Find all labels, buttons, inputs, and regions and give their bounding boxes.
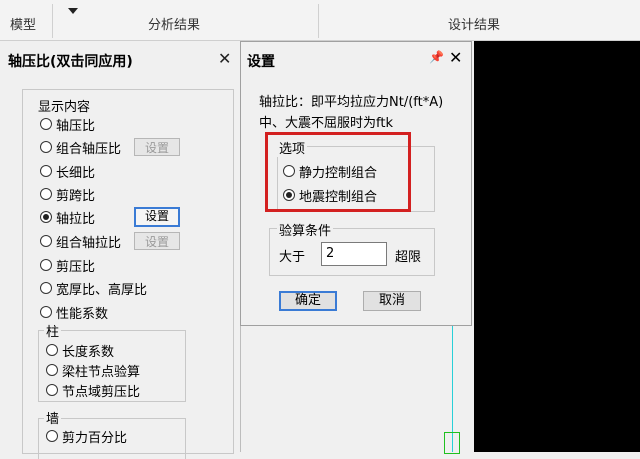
radio-combined-axial-compression[interactable]: 组合轴压比 [40,138,122,157]
radio-label: 剪压比 [56,259,96,275]
threshold-input[interactable]: 2 [321,242,387,266]
radio-button[interactable] [46,384,58,396]
settings-dialog: 设置 📌 ✕ 轴拉比：即平均拉应力Nt/(ft*A) 中、大震不屈服时为ftk … [240,41,472,326]
radio-button[interactable] [40,141,52,153]
radio-axial-compression[interactable]: 轴压比 [40,115,96,134]
radio-shear-compression[interactable]: 剪压比 [40,256,96,275]
ribbon-bar: 模型 分析结果 设计结果 [0,0,640,41]
radio-label: 剪跨比 [56,188,96,204]
radio-shear-percentage[interactable]: 剪力百分比 [46,427,128,446]
radio-label: 静力控制组合 [299,165,378,181]
radio-joint-shear-compression[interactable]: 节点域剪压比 [46,381,141,400]
radio-label: 组合轴压比 [56,141,122,157]
settings-button-disabled: 设置 [134,232,180,250]
radio-button[interactable] [46,344,58,356]
radio-label: 长细比 [56,165,96,181]
group-label-check: 验算条件 [277,220,334,239]
chevron-down-icon[interactable] [68,8,78,14]
tab-analysis-results[interactable]: 分析结果 [148,14,200,33]
radio-slenderness[interactable]: 长细比 [40,162,96,181]
radio-label: 剪力百分比 [62,430,128,446]
radio-button[interactable] [46,364,58,376]
radio-label: 长度系数 [62,344,115,360]
radio-button[interactable] [40,235,52,247]
group-label-options: 选项 [277,138,308,157]
radio-static-control[interactable]: 静力控制组合 [283,162,378,181]
radio-button[interactable] [40,165,52,177]
radio-shear-span[interactable]: 剪跨比 [40,185,96,204]
radio-label: 轴拉比 [56,211,96,227]
description-line-1: 轴拉比：即平均拉应力Nt/(ft*A) [259,95,444,110]
group-label-display: 显示内容 [36,96,93,115]
radio-beam-column-joint[interactable]: 梁柱节点验算 [46,361,141,380]
axial-ratio-panel: 轴压比(双击同应用) ✕ 显示内容 轴压比 组合轴压比 设置 长细比 剪跨比 轴… [0,41,241,459]
radio-label: 宽厚比、高厚比 [56,282,148,298]
exceed-label: 超限 [395,250,422,265]
radio-label: 节点域剪压比 [62,384,141,400]
radio-width-thickness[interactable]: 宽厚比、高厚比 [40,279,148,298]
radio-label: 地震控制组合 [299,189,378,205]
radio-combined-axial-tension[interactable]: 组合轴拉比 [40,232,122,251]
tab-model[interactable]: 模型 [10,14,36,33]
close-icon[interactable]: ✕ [218,49,231,68]
ribbon-separator [52,4,53,38]
tab-design-results[interactable]: 设计结果 [448,14,500,33]
radio-button[interactable] [40,306,52,318]
pin-icon[interactable]: 📌 [429,50,444,64]
settings-button[interactable]: 设置 [134,207,180,227]
radio-button[interactable] [40,188,52,200]
radio-axial-tension[interactable]: 轴拉比 [40,208,96,227]
cancel-button[interactable]: 取消 [363,291,421,311]
radio-label: 梁柱节点验算 [62,364,141,380]
ribbon-separator [318,4,319,38]
description-line-2: 中、大震不屈服时为ftk [259,116,393,131]
green-column-marker [444,432,460,454]
radio-length-factor[interactable]: 长度系数 [46,341,115,360]
radio-label: 组合轴拉比 [56,235,122,251]
dialog-title: 设置 [247,54,275,70]
radio-seismic-control[interactable]: 地震控制组合 [283,186,378,205]
radio-button-selected[interactable] [40,211,52,223]
radio-performance-factor[interactable]: 性能系数 [40,303,109,322]
group-label-column: 柱 [44,321,62,340]
radio-button[interactable] [40,259,52,271]
radio-label: 性能系数 [56,306,109,322]
group-label-wall: 墙 [44,408,62,427]
greater-than-label: 大于 [279,250,306,265]
radio-button-selected[interactable] [283,189,295,201]
model-canvas[interactable] [444,41,640,454]
ok-button[interactable]: 确定 [279,291,337,311]
panel-title: 轴压比(双击同应用) [8,54,133,70]
close-icon[interactable]: ✕ [449,48,462,67]
radio-label: 轴压比 [56,118,96,134]
radio-button[interactable] [46,430,58,442]
radio-button[interactable] [40,118,52,130]
radio-button[interactable] [283,165,295,177]
radio-button[interactable] [40,282,52,294]
settings-button-disabled: 设置 [134,138,180,156]
